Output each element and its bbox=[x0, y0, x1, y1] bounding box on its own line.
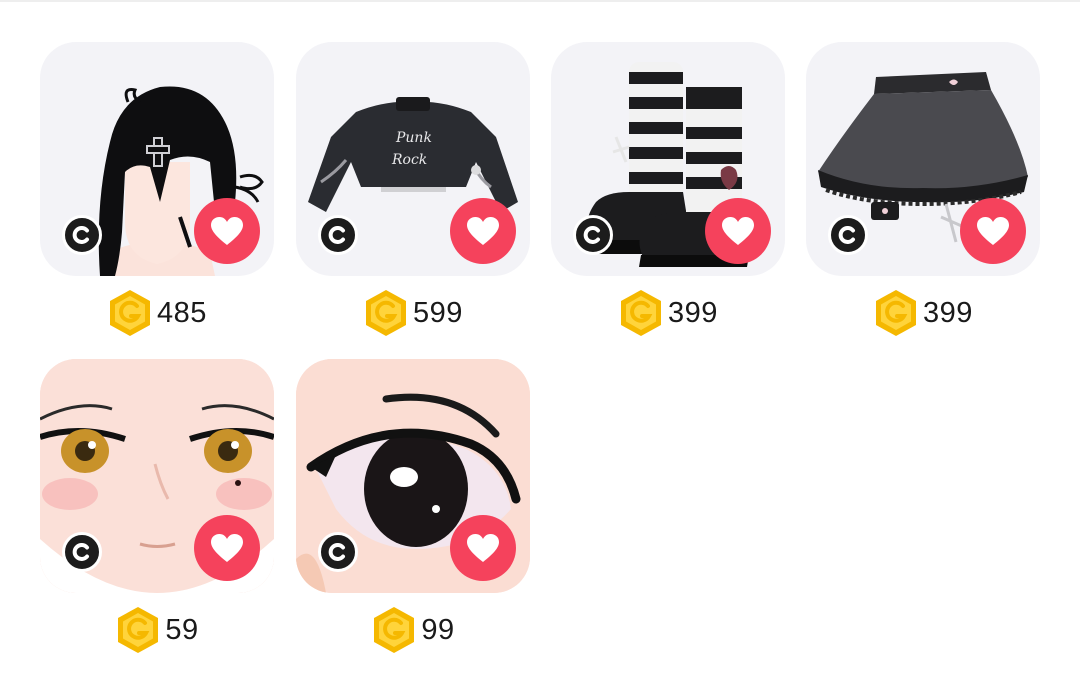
creator-c-icon bbox=[328, 543, 345, 561]
item-price: 485 bbox=[157, 296, 207, 329]
creator-badge bbox=[318, 215, 358, 255]
creator-badge bbox=[318, 532, 358, 572]
item-price: 59 bbox=[165, 613, 199, 646]
gold-coin-icon bbox=[621, 290, 662, 336]
item-card-skirt[interactable]: 399 bbox=[806, 42, 1040, 342]
item-price: 99 bbox=[421, 613, 455, 646]
creator-badge bbox=[828, 215, 868, 255]
price-row: 59 bbox=[40, 605, 274, 655]
item-thumbnail-hair[interactable] bbox=[40, 42, 274, 276]
gold-coin-icon bbox=[110, 290, 151, 336]
gold-coin-icon bbox=[118, 607, 159, 653]
gold-coin-icon bbox=[374, 607, 415, 653]
item-card-jacket[interactable]: Punk Rock 599 bbox=[296, 42, 530, 342]
heart-icon bbox=[467, 217, 499, 245]
favorite-button[interactable] bbox=[194, 515, 260, 581]
item-price: 399 bbox=[668, 296, 718, 329]
item-card-hair[interactable]: 485 bbox=[40, 42, 274, 342]
creator-c-icon bbox=[72, 543, 89, 561]
price-row: 599 bbox=[296, 288, 530, 338]
price-row: 399 bbox=[806, 288, 1040, 338]
creator-c-icon bbox=[583, 226, 600, 244]
creator-c-icon bbox=[838, 226, 855, 244]
item-thumbnail-boots[interactable] bbox=[551, 42, 785, 276]
favorite-button[interactable] bbox=[705, 198, 771, 264]
favorite-button[interactable] bbox=[960, 198, 1026, 264]
creator-c-icon bbox=[72, 226, 89, 244]
item-price: 399 bbox=[923, 296, 973, 329]
gold-coin-icon bbox=[366, 290, 407, 336]
price-row: 399 bbox=[551, 288, 785, 338]
svg-text:Rock: Rock bbox=[391, 152, 427, 168]
item-card-face[interactable]: 59 bbox=[40, 359, 274, 659]
creator-c-icon bbox=[328, 226, 345, 244]
heart-icon bbox=[722, 217, 754, 245]
item-thumbnail-jacket[interactable]: Punk Rock bbox=[296, 42, 530, 276]
item-card-boots[interactable]: 399 bbox=[551, 42, 785, 342]
creator-badge bbox=[62, 215, 102, 255]
price-row: 99 bbox=[296, 605, 530, 655]
gold-coin-icon bbox=[876, 290, 917, 336]
heart-icon bbox=[977, 217, 1009, 245]
favorite-button[interactable] bbox=[450, 515, 516, 581]
price-row: 485 bbox=[40, 288, 274, 338]
heart-icon bbox=[467, 534, 499, 562]
svg-text:Punk: Punk bbox=[395, 130, 432, 146]
item-thumbnail-eye[interactable] bbox=[296, 359, 530, 593]
heart-icon bbox=[211, 217, 243, 245]
item-card-eye[interactable]: 99 bbox=[296, 359, 530, 659]
favorite-button[interactable] bbox=[450, 198, 516, 264]
heart-icon bbox=[211, 534, 243, 562]
creator-badge bbox=[62, 532, 102, 572]
creator-badge bbox=[573, 215, 613, 255]
item-thumbnail-face[interactable] bbox=[40, 359, 274, 593]
item-grid: 485 Punk Rock 599 399 399 59 99 bbox=[0, 0, 1080, 692]
item-thumbnail-skirt[interactable] bbox=[806, 42, 1040, 276]
favorite-button[interactable] bbox=[194, 198, 260, 264]
item-price: 599 bbox=[413, 296, 463, 329]
